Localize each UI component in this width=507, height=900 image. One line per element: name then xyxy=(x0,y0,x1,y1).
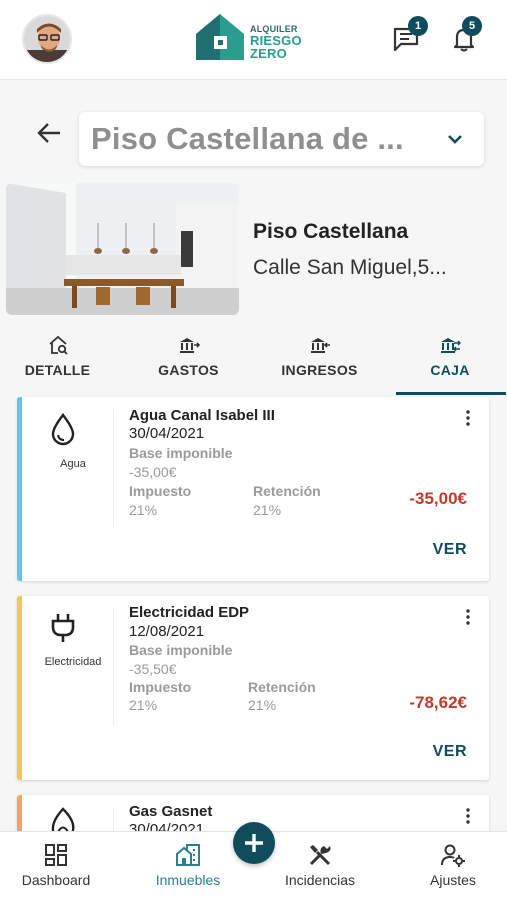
base-label: Base imponible xyxy=(129,445,233,461)
logo-line-3: ZERO xyxy=(250,46,287,61)
add-button[interactable] xyxy=(233,822,275,864)
base-value: -35,50€ xyxy=(129,661,177,677)
nav-dashboard-label: Dashboard xyxy=(21,872,91,888)
property-selector-value: Piso Castellana de ... xyxy=(91,121,404,156)
property-photo xyxy=(6,183,239,315)
property-name: Piso Castellana xyxy=(253,220,409,243)
record-date: 30/04/2021 xyxy=(129,425,205,442)
record-title: Agua Canal Isabel III xyxy=(129,407,275,424)
user-avatar[interactable] xyxy=(22,14,72,64)
nav-inmuebles-label: Inmuebles xyxy=(155,872,221,888)
dashboard-icon xyxy=(45,844,67,866)
record-category: Agua xyxy=(60,458,86,470)
arrow-left-icon xyxy=(37,123,60,143)
retention-value: 21% xyxy=(253,502,282,518)
tab-detalle-label: DETALLE xyxy=(24,362,91,378)
tab-caja[interactable]: CAJA xyxy=(393,330,507,396)
tax-value: 21% xyxy=(129,502,158,518)
section-tabs: DETALLE GASTOS INGRESOS CAJA xyxy=(0,330,507,396)
chevron-down-icon xyxy=(448,135,462,144)
record-date: 12/08/2021 xyxy=(129,623,205,640)
building-icon xyxy=(176,844,200,866)
tab-ingresos[interactable]: INGRESOS xyxy=(262,330,377,396)
water-drop-icon xyxy=(51,413,75,446)
property-address: Calle San Miguel,5... xyxy=(253,256,447,279)
category-stripe xyxy=(17,397,22,581)
app-screen: ALQUILER RIESGO ZERO 1 5 Piso Castellana… xyxy=(0,0,507,900)
nav-incidencias[interactable]: Incidencias xyxy=(278,842,362,888)
tab-gastos[interactable]: GASTOS xyxy=(131,330,246,396)
record-category: Electricidad xyxy=(44,656,102,668)
nav-incidencias-label: Incidencias xyxy=(284,872,356,888)
bank-in-icon xyxy=(310,338,330,353)
card-divider xyxy=(113,409,114,527)
brand-logo: ALQUILER RIESGO ZERO xyxy=(194,12,314,62)
bank-out-icon xyxy=(179,338,200,353)
record-amount: -78,62€ xyxy=(409,693,467,712)
top-bar: ALQUILER RIESGO ZERO 1 5 xyxy=(0,0,507,80)
view-button[interactable]: VER xyxy=(433,743,467,761)
more-vert-icon[interactable] xyxy=(465,808,471,824)
retention-value: 21% xyxy=(248,697,277,713)
bank-transfer-icon xyxy=(441,338,461,353)
record-card: Agua Agua Canal Isabel III 30/04/2021 Ba… xyxy=(17,397,489,581)
home-search-icon xyxy=(48,335,68,355)
category-stripe xyxy=(17,596,22,780)
nav-dashboard[interactable]: Dashboard xyxy=(14,842,98,888)
tax-value: 21% xyxy=(129,697,158,713)
tab-detalle[interactable]: DETALLE xyxy=(0,330,115,396)
messages-badge: 1 xyxy=(408,16,428,36)
base-label: Base imponible xyxy=(129,642,233,658)
messages-button[interactable]: 1 xyxy=(392,16,428,54)
notifications-badge: 5 xyxy=(462,16,482,36)
record-amount: -35,00€ xyxy=(409,489,467,508)
base-value: -35,00€ xyxy=(129,464,177,480)
retention-label: Retención xyxy=(253,483,321,499)
plug-icon xyxy=(51,614,75,642)
back-button[interactable] xyxy=(34,117,66,149)
tab-caja-label: CAJA xyxy=(430,362,470,378)
plus-icon xyxy=(245,834,263,852)
property-selector[interactable]: Piso Castellana de ... xyxy=(79,112,484,166)
tab-ingresos-label: INGRESOS xyxy=(281,362,358,378)
record-title: Gas Gasnet xyxy=(129,803,213,820)
record-title: Electricidad EDP xyxy=(129,604,250,621)
nav-ajustes-label: Ajustes xyxy=(430,872,476,888)
record-card: Electricidad Electricidad EDP 12/08/2021… xyxy=(17,596,489,780)
user-settings-icon xyxy=(441,844,465,867)
nav-inmuebles[interactable]: Inmuebles xyxy=(148,842,228,888)
more-vert-icon[interactable] xyxy=(465,410,471,426)
retention-label: Retención xyxy=(248,679,316,695)
more-vert-icon[interactable] xyxy=(465,609,471,625)
tab-gastos-label: GASTOS xyxy=(158,362,219,378)
active-tab-indicator xyxy=(396,392,506,395)
card-divider xyxy=(113,608,114,726)
tools-icon xyxy=(309,845,331,866)
view-button[interactable]: VER xyxy=(433,541,467,559)
tax-label: Impuesto xyxy=(129,679,192,695)
notifications-button[interactable]: 5 xyxy=(450,16,482,54)
tax-label: Impuesto xyxy=(129,483,192,499)
nav-ajustes[interactable]: Ajustes xyxy=(418,842,488,888)
